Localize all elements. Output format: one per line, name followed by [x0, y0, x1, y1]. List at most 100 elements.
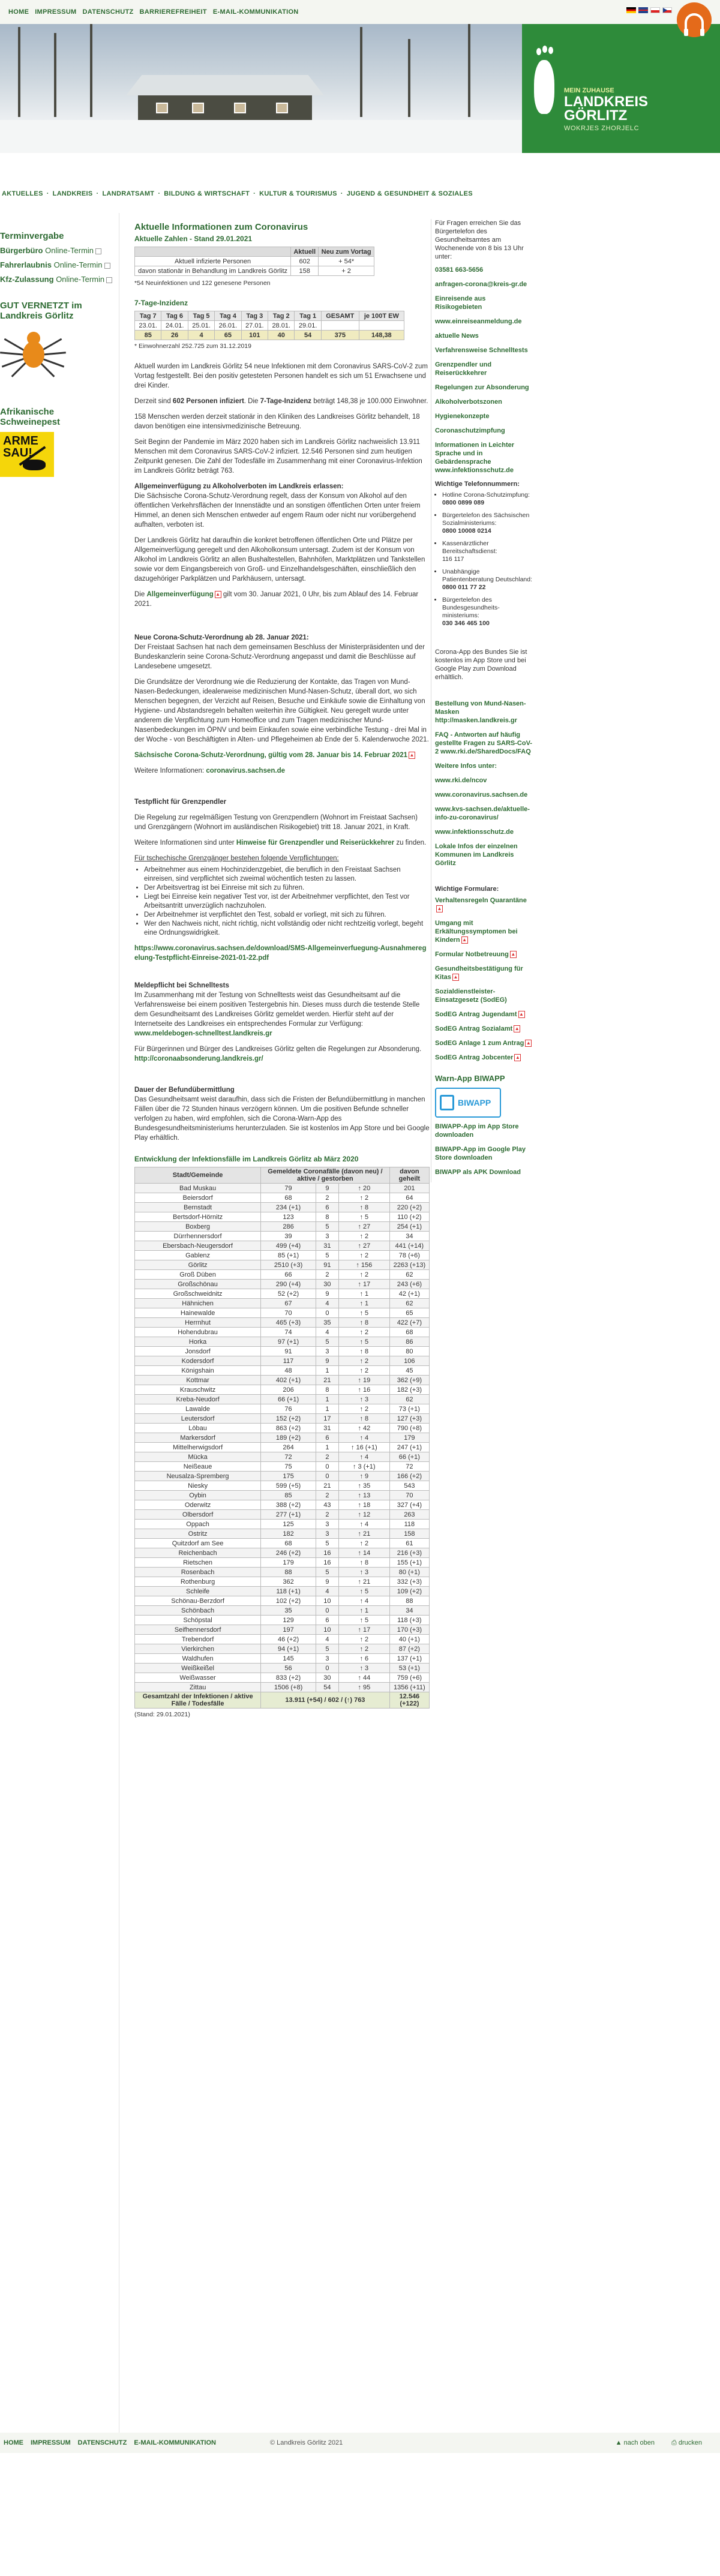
nav-landratsamt[interactable]: LANDRATSAMT: [103, 190, 155, 197]
verordnung-link[interactable]: Sächsische Corona-Schutz-Verordnung, gül…: [134, 750, 430, 760]
para-infiziert: Derzeit sind 602 Personen infiziert. Die…: [134, 398, 428, 405]
link-absonderung[interactable]: Regelungen zur Absonderung: [435, 383, 533, 392]
form-sodeg-jobcenter[interactable]: SodEG Antrag Jobcenter ▲: [435, 1053, 533, 1062]
link-risikogebiete[interactable]: Einreisende aus Risikogebieten: [435, 295, 533, 311]
table-row: Hohendubrau 74 4 ↑ 2 68: [134, 1327, 430, 1337]
table-row: Neißeaue 75 0 ↑ 3 (+1) 72: [134, 1461, 430, 1472]
table-row: Oderwitz 388 (+2) 43 ↑ 18 327 (+4): [134, 1500, 430, 1510]
footer-home[interactable]: HOME: [4, 2439, 23, 2446]
link-news[interactable]: aktuelle News: [435, 332, 533, 340]
top-link-barrierefreiheit[interactable]: BARRIEREFREIHEIT: [140, 8, 207, 16]
form-sodeg-jugend[interactable]: SodEG Antrag Jugendamt ▲: [435, 1010, 533, 1019]
absonderung-link[interactable]: http://coronaabsonderung.landkreis.gr/: [134, 1055, 263, 1062]
table-row: Trebendorf 46 (+2) 4 ↑ 2 40 (+1): [134, 1634, 430, 1644]
header-banner: MEIN ZUHAUSE LANDKREIS GÖRLITZ WOKRJES ZH…: [0, 24, 720, 153]
termin-buergerbuero[interactable]: Bürgerbüro Online-Termin: [0, 246, 114, 255]
telefon-heading: Wichtige Telefonnummern:: [435, 481, 520, 488]
top-link-home[interactable]: HOME: [8, 8, 29, 16]
arme-sau-banner[interactable]: ARME SAU!: [0, 432, 54, 477]
footer-datenschutz[interactable]: DATENSCHUTZ: [78, 2439, 127, 2446]
schweinepest-title[interactable]: Afrikanische Schweinepest: [0, 407, 114, 427]
link-alkoholverbot[interactable]: Alkoholverbotszonen: [435, 398, 533, 406]
link-faq[interactable]: FAQ - Antworten auf häufig gestellte Fra…: [435, 731, 533, 756]
table-row: Mittelherwigsdorf 264 1 ↑ 16 (+1) 247 (+1): [134, 1442, 430, 1452]
allgemeinverfuegung-link[interactable]: Allgemeinverfügung: [146, 591, 213, 598]
link-kommunen[interactable]: Lokale Infos der einzelnen Kommunen im L…: [435, 842, 533, 867]
link-grenzpendler[interactable]: Grenzpendler und Reiserückkehrer: [435, 361, 533, 377]
grenzpendler-link[interactable]: Hinweise für Grenzpendler und Reiserückk…: [236, 839, 394, 846]
biwapp-apk-link[interactable]: BIWAPP als APK Download: [435, 1168, 533, 1176]
link-impfung[interactable]: Coronaschutzimpfung: [435, 427, 533, 435]
nav-kultur[interactable]: KULTUR & TOURISMUS: [259, 190, 337, 197]
telefon-list: Hotline Corona-Schutzimpfung:0800 0899 0…: [435, 491, 533, 628]
copyright: © Landkreis Görlitz 2021: [270, 2439, 343, 2446]
link-kvs[interactable]: www.kvs-sachsen.de/aktuelle-info-zu-coro…: [435, 805, 533, 822]
buergertelefon-number[interactable]: 03581 663-5656: [435, 266, 533, 274]
link-rki[interactable]: www.rki.de/ncov: [435, 776, 533, 785]
top-link-impressum[interactable]: IMPRESSUM: [35, 8, 76, 16]
page-title: Aktuelle Informationen zum Coronavirus: [134, 222, 308, 232]
table-row: Weißwasser 833 (+2) 30 ↑ 44 759 (+6): [134, 1673, 430, 1683]
nav-landkreis[interactable]: LANDKREIS: [53, 190, 93, 197]
list-item: Der Arbeitnehmer ist verpflichtet den Te…: [144, 911, 430, 920]
biwapp-heading: Warn-App BIWAPP: [435, 1074, 505, 1083]
para-grenzpendler: Weitere Informationen sind unter Hinweis…: [134, 839, 427, 846]
table-row: Schönau-Berzdorf 102 (+2) 10 ↑ 4 88: [134, 1596, 430, 1606]
stand-heading: Aktuelle Zahlen - Stand 29.01.2021: [134, 235, 253, 243]
table-row: Rothenburg 362 9 ↑ 21 332 (+3): [134, 1577, 430, 1587]
footer: HOME IMPRESSUM DATENSCHUTZ E-MAIL-KOMMUN…: [0, 2433, 720, 2453]
termin-fahrerlaubnis[interactable]: Fahrerlaubnis Online-Termin: [0, 260, 114, 269]
link-einreiseanmeldung[interactable]: www.einreiseanmeldung.de: [435, 317, 533, 326]
top-link-email[interactable]: E-MAIL-KOMMUNIKATION: [213, 8, 299, 16]
list-item: Der Arbeitsvertrag ist bei Einreise mit …: [144, 884, 430, 893]
entwicklung-title: Entwicklung der Infektionsfälle im Landk…: [134, 1155, 359, 1163]
table-row: Oppach 125 3 ↑ 4 118: [134, 1519, 430, 1529]
form-quarantaene[interactable]: Verhaltensregeln Quarantäne▲: [435, 896, 533, 913]
link-schnelltests[interactable]: Verfahrensweise Schnelltests: [435, 346, 533, 355]
table-row: Bad Muskau 79 9 ↑ 20 201: [134, 1183, 430, 1193]
flag-de-icon[interactable]: [626, 7, 636, 13]
back-to-top-link[interactable]: ▲ nach oben: [616, 2439, 655, 2447]
corona-app-text[interactable]: Corona-App des Bundes Sie ist kostenlos …: [435, 648, 533, 681]
form-notbetreuung[interactable]: Formular Notbetreuung ▲: [435, 950, 533, 959]
nav-aktuelles[interactable]: AKTUELLES: [2, 190, 43, 197]
testpflicht-pdf-link[interactable]: https://www.coronavirus.sachsen.de/downl…: [134, 944, 430, 963]
biwapp-appstore-link[interactable]: BIWAPP-App im App Store downloaden: [435, 1122, 533, 1139]
para-stationaer: 158 Menschen werden derzeit stationär in…: [134, 413, 420, 430]
weitere-infos-heading: Weitere Infos unter:: [435, 762, 497, 770]
para-alkohol: Allgemeinverfügung zu Alkoholverboten im…: [134, 483, 421, 529]
biwapp-playstore-link[interactable]: BIWAPP-App im Google Play Store download…: [435, 1145, 533, 1162]
form-sodeg-sozial[interactable]: SodEG Antrag Sozialamt ▲: [435, 1025, 533, 1033]
form-sodeg[interactable]: Sozialdienstleister-Einsatzgesetz (SodEG…: [435, 987, 533, 1004]
print-link[interactable]: ⎙ drucken: [671, 2439, 702, 2447]
corona-mail-link[interactable]: anfragen-corona@kreis-gr.de: [435, 280, 533, 289]
para-grundsaetze: Die Grundsätze der Verordnung wie die Re…: [134, 678, 429, 743]
link-infektionsschutz[interactable]: www.infektionsschutz.de: [435, 828, 533, 836]
flag-en-icon[interactable]: [638, 7, 648, 13]
meldebogen-link[interactable]: www.meldebogen-schnelltest.landkreis.gr: [134, 1030, 272, 1037]
gut-vernetzt-link[interactable]: GUT VERNETZT im Landkreis Görlitz: [0, 301, 114, 321]
brand-logo[interactable]: MEIN ZUHAUSE LANDKREIS GÖRLITZ WOKRJES ZH…: [522, 24, 720, 153]
nav-bildung[interactable]: BILDUNG & WIRTSCHAFT: [164, 190, 250, 197]
table-row: Schleife 118 (+1) 4 ↑ 5 109 (+2): [134, 1586, 430, 1596]
flag-pl-icon[interactable]: [650, 7, 660, 13]
link-coronavirus-sachsen[interactable]: www.coronavirus.sachsen.de: [435, 791, 533, 799]
read-aloud-button[interactable]: [677, 2, 712, 37]
external-link-icon: [104, 262, 110, 269]
form-sodeg-anlage[interactable]: SodEG Anlage 1 zum Antrag ▲: [435, 1039, 533, 1047]
termin-kfz[interactable]: Kfz-Zulassung Online-Termin: [0, 275, 114, 284]
form-kitas[interactable]: Gesundheitsbestätigung für Kitas ▲: [435, 965, 533, 981]
spider-mascot-icon[interactable]: [0, 326, 66, 395]
sachsen-link[interactable]: coronavirus.sachsen.de: [206, 767, 285, 774]
table-row: Waldhufen 145 3 ↑ 6 137 (+1): [134, 1653, 430, 1664]
link-masken[interactable]: Bestellung von Mund-Nasen-Masken http://…: [435, 699, 533, 725]
flag-cz-icon[interactable]: [662, 7, 672, 13]
footer-impressum[interactable]: IMPRESSUM: [31, 2439, 71, 2446]
link-hygiene[interactable]: Hygienekonzepte: [435, 412, 533, 421]
form-erkaeltung[interactable]: Umgang mit Erkältungssymptomen bei Kinde…: [435, 919, 533, 944]
nav-jugend[interactable]: JUGEND & GESUNDHEIT & SOZIALES: [347, 190, 473, 197]
top-link-datenschutz[interactable]: DATENSCHUTZ: [83, 8, 134, 16]
biwapp-logo[interactable]: BIWAPP: [435, 1088, 501, 1118]
link-leichte-sprache[interactable]: Informationen in Leichter Sprache und in…: [435, 441, 533, 475]
footer-email[interactable]: E-MAIL-KOMMUNIKATION: [134, 2439, 216, 2446]
